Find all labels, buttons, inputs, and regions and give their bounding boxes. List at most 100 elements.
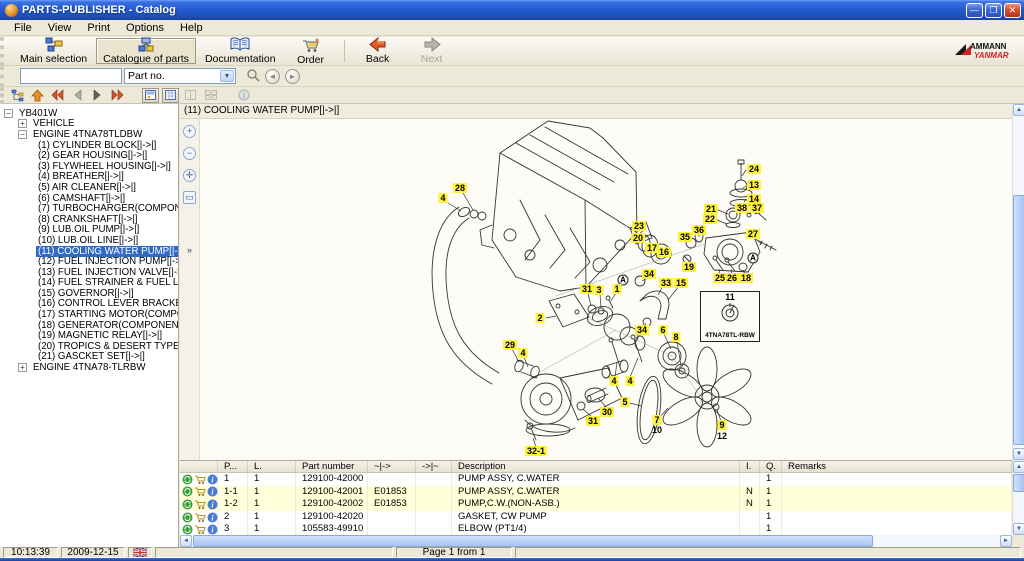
- catalogue-of-parts-button[interactable]: Catalogue of parts: [96, 38, 196, 64]
- expand-icon[interactable]: +: [18, 119, 27, 128]
- table-row[interactable]: i 21129100-42020GASKET, CW PUMP1: [180, 511, 1012, 524]
- part-number-label[interactable]: 28: [453, 183, 467, 193]
- part-number-label[interactable]: 26: [725, 273, 739, 283]
- scroll-thumb[interactable]: [1013, 474, 1024, 492]
- tree-item[interactable]: (15) GOVERNOR[|->|]: [0, 288, 178, 299]
- tree-item[interactable]: (12) FUEL INJECTION PUMP[|->|]: [0, 256, 178, 267]
- menu-file[interactable]: File: [6, 21, 40, 35]
- part-search-input[interactable]: [20, 68, 122, 84]
- documentation-button[interactable]: Documentation: [198, 38, 283, 64]
- chevron-down-icon[interactable]: ▼: [220, 70, 234, 82]
- tree-item[interactable]: (4) BREATHER[|->|]: [0, 172, 178, 183]
- part-number-label[interactable]: 18: [739, 273, 753, 283]
- tree-item[interactable]: −YB401W: [0, 108, 178, 119]
- part-number-label[interactable]: 22: [703, 214, 717, 224]
- menu-print[interactable]: Print: [79, 21, 118, 35]
- tree-item[interactable]: (6) CAMSHAFT[|->|]: [0, 193, 178, 204]
- cart-icon[interactable]: [194, 474, 206, 485]
- tree-item[interactable]: +VEHICLE: [0, 119, 178, 130]
- part-number-label[interactable]: 31: [586, 416, 600, 426]
- cart-icon[interactable]: [194, 486, 206, 497]
- part-number-label[interactable]: 1: [612, 284, 621, 294]
- header-i[interactable]: I.: [740, 461, 760, 472]
- search-field-select[interactable]: Part no. ▼: [124, 68, 236, 84]
- part-number-label[interactable]: 20: [631, 233, 645, 243]
- part-number-label[interactable]: 13: [747, 180, 761, 190]
- part-number-label[interactable]: 15: [674, 278, 688, 288]
- tree-item[interactable]: (13) FUEL INJECTION VALVE[|->|]: [0, 267, 178, 278]
- tree-item[interactable]: (8) CRANKSHAFT[|->|]: [0, 214, 178, 225]
- tree-item[interactable]: −ENGINE 4TNA78TLDBW: [0, 129, 178, 140]
- history-forward-icon[interactable]: ►: [285, 69, 300, 84]
- part-number-label[interactable]: 38: [735, 203, 749, 213]
- main-selection-button[interactable]: Main selection: [13, 38, 94, 64]
- tree-item[interactable]: (9) LUB.OIL PUMP[|->|]: [0, 225, 178, 236]
- refresh-icon[interactable]: [182, 524, 193, 535]
- part-number-label[interactable]: 34: [635, 325, 649, 335]
- part-number-label[interactable]: 4: [625, 376, 634, 386]
- info-icon[interactable]: i: [207, 486, 218, 497]
- first-page-icon[interactable]: [49, 88, 66, 103]
- tree-item[interactable]: (20) TROPICS & DESERT TYPE(OPTIONAL[|->: [0, 341, 178, 352]
- part-number-label[interactable]: 24: [747, 164, 761, 174]
- search-icon[interactable]: [246, 68, 260, 85]
- cart-icon[interactable]: [194, 512, 206, 523]
- table-row[interactable]: i 1-11129100-42001E01853PUMP ASSY, C.WAT…: [180, 486, 1012, 499]
- minimize-button[interactable]: —: [966, 3, 983, 18]
- scroll-left-icon[interactable]: ◄: [180, 535, 192, 547]
- tree-item[interactable]: (11) COOLING WATER PUMP[|->|]: [0, 246, 178, 257]
- tree-item[interactable]: (16) CONTROL LEVER BRACKET[|->|]: [0, 299, 178, 310]
- part-number-label[interactable]: 2: [535, 313, 544, 323]
- part-number-label[interactable]: 5: [620, 397, 629, 407]
- header-qty[interactable]: Q.: [760, 461, 782, 472]
- menu-help[interactable]: Help: [172, 21, 211, 35]
- menu-options[interactable]: Options: [118, 21, 172, 35]
- header-remarks[interactable]: Remarks: [782, 461, 1012, 472]
- menu-view[interactable]: View: [40, 21, 80, 35]
- part-number-label[interactable]: 3: [594, 285, 603, 295]
- tree-item[interactable]: (1) CYLINDER BLOCK[|->|]: [0, 140, 178, 151]
- tree-item[interactable]: (5) AIR CLEANER[|->|]: [0, 182, 178, 193]
- table-row[interactable]: i 11129100-42000PUMP ASSY, C.WATER1: [180, 473, 1012, 486]
- scroll-thumb[interactable]: [1013, 195, 1024, 445]
- tree-item[interactable]: (10) LUB.OIL LINE[|->|]: [0, 235, 178, 246]
- part-number-label[interactable]: 36: [692, 225, 706, 235]
- info-icon[interactable]: i: [207, 499, 218, 510]
- refresh-icon[interactable]: [182, 474, 193, 485]
- scroll-thumb[interactable]: [193, 535, 873, 547]
- tree-item[interactable]: (2) GEAR HOUSING[|->|]: [0, 150, 178, 161]
- image-view-toggle[interactable]: [142, 88, 159, 103]
- part-number-label[interactable]: 9: [717, 420, 726, 430]
- part-number-label[interactable]: 19: [682, 262, 696, 272]
- part-number-label[interactable]: 7: [652, 415, 661, 425]
- scroll-down-icon[interactable]: ▼: [1013, 523, 1024, 535]
- close-button[interactable]: ✕: [1004, 3, 1021, 18]
- scroll-up-icon[interactable]: ▲: [1013, 461, 1024, 473]
- part-number-label[interactable]: 31: [580, 284, 594, 294]
- info-icon[interactable]: i: [207, 512, 218, 523]
- cart-icon[interactable]: [194, 524, 206, 535]
- history-back-icon[interactable]: ◄: [265, 69, 280, 84]
- expand-icon[interactable]: +: [18, 363, 27, 372]
- tree-item[interactable]: (18) GENERATOR(COMPONENT PARTS)[|->|]: [0, 320, 178, 331]
- part-number-label[interactable]: 27: [746, 229, 760, 239]
- part-number-label[interactable]: 34: [642, 269, 656, 279]
- part-number-label[interactable]: 23: [632, 221, 646, 231]
- refresh-icon[interactable]: [182, 512, 193, 523]
- part-number-label[interactable]: 30: [600, 407, 614, 417]
- up-level-icon[interactable]: [29, 88, 46, 103]
- tree-view-icon[interactable]: [9, 88, 26, 103]
- tree-item[interactable]: (19) MAGNETIC RELAY[|->|]: [0, 330, 178, 341]
- tree-item[interactable]: (7) TURBOCHARGER(COMPONENT PARTS)[|->: [0, 203, 178, 214]
- collapse-icon[interactable]: −: [18, 130, 27, 139]
- part-number-label[interactable]: 16: [657, 247, 671, 257]
- part-number-label[interactable]: 32-1: [525, 446, 547, 456]
- table-vscrollbar[interactable]: ▲ ▼: [1012, 461, 1024, 535]
- collapse-icon[interactable]: −: [4, 109, 13, 118]
- part-number-label[interactable]: 8: [671, 332, 680, 342]
- info-icon[interactable]: i: [207, 524, 218, 535]
- tree-item[interactable]: (21) GASCKET SET[|->|]: [0, 352, 178, 363]
- tree-item[interactable]: (17) STARTING MOTOR(COMPONENT PARTS[: [0, 309, 178, 320]
- tree-item[interactable]: +ENGINE 4TNA78-TLRBW: [0, 362, 178, 373]
- scroll-down-icon[interactable]: ▼: [1013, 448, 1024, 460]
